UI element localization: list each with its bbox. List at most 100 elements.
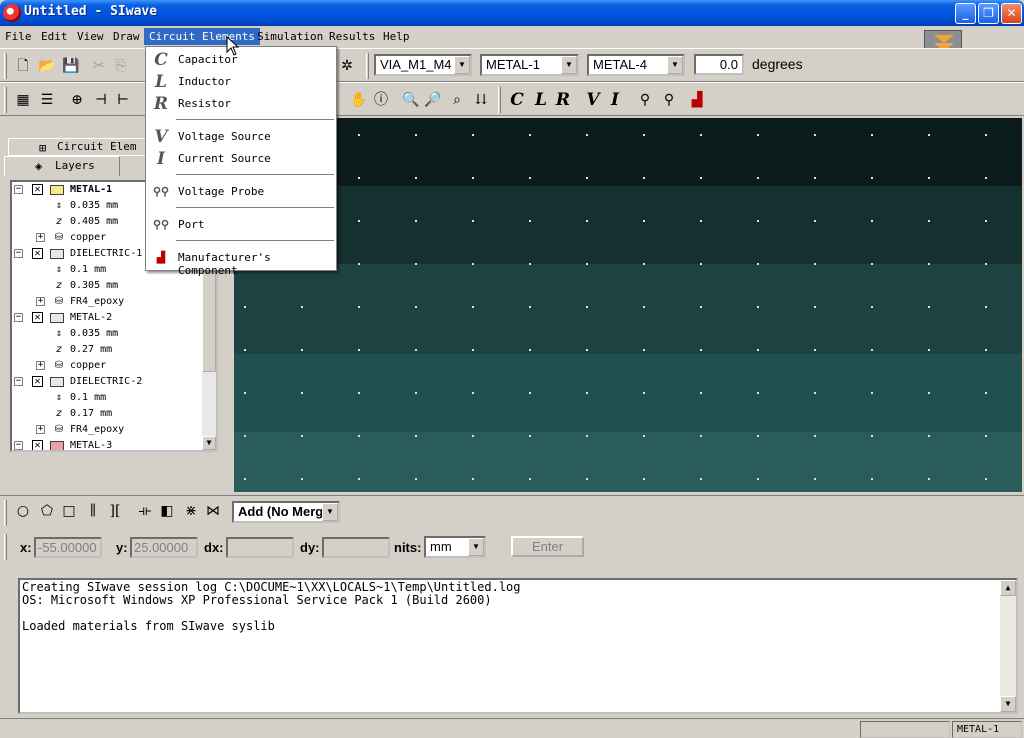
pan-hand-icon[interactable]: ✋ — [350, 91, 368, 109]
maximize-button[interactable]: ❐ — [978, 3, 999, 24]
current-source-tool-icon[interactable]: I — [606, 91, 624, 109]
port-tool-icon[interactable]: ⚲ — [660, 91, 678, 109]
expand-icon[interactable]: + — [36, 361, 45, 370]
layer-color-swatch[interactable] — [50, 313, 64, 323]
siwave-app-icon[interactable] — [3, 4, 21, 22]
voltage-source-tool-icon[interactable]: V — [584, 91, 602, 109]
tree-property-row[interactable]: ⇕ 0.1 mm — [12, 390, 202, 406]
menu-item-capacitor[interactable]: C Capacitor — [148, 50, 334, 70]
zoom-previous-icon[interactable]: ⇊ — [472, 91, 490, 109]
units-select[interactable]: mm ▼ — [424, 536, 486, 558]
layer-color-swatch[interactable] — [50, 249, 64, 259]
layer-visibility-checkbox[interactable]: ✕ — [32, 184, 43, 195]
expand-icon[interactable]: + — [36, 233, 45, 242]
tree-property-row[interactable]: z 0.17 mm — [12, 406, 202, 422]
copy-icon[interactable]: ⎘ — [112, 57, 130, 75]
layer-visibility-checkbox[interactable]: ✕ — [32, 376, 43, 387]
menu-item-port[interactable]: ⚲⚲ Port — [148, 215, 334, 235]
tree-layer-row[interactable]: − ✕ DIELECTRIC-2 — [12, 374, 202, 390]
menu-simulation[interactable]: Simulation — [252, 28, 328, 45]
chevron-down-icon[interactable]: ▼ — [667, 56, 683, 74]
menu-item-resistor[interactable]: R Resistor — [148, 94, 334, 114]
component-tool-icon[interactable]: ▟ — [688, 91, 706, 109]
menu-edit[interactable]: Edit — [36, 28, 73, 45]
layer-visibility-checkbox[interactable]: ✕ — [32, 312, 43, 323]
layer-to-select[interactable]: METAL-4 ▼ — [587, 54, 685, 76]
capacitor-tool-icon[interactable]: C — [508, 91, 526, 109]
menu-results[interactable]: Results — [324, 28, 380, 45]
layer-visibility-checkbox[interactable]: ✕ — [32, 440, 43, 450]
save-icon[interactable]: 💾 — [62, 57, 80, 75]
merge-mode-select[interactable]: Add (No Merg ▼ — [232, 501, 340, 523]
open-folder-icon[interactable]: 📂 — [38, 57, 56, 75]
zoom-fit-icon[interactable]: ⌕ — [448, 91, 466, 109]
via-remove-icon[interactable]: ⊢ — [114, 91, 132, 109]
tree-layer-row[interactable]: − ✕ METAL-2 — [12, 310, 202, 326]
menu-file[interactable]: File — [0, 28, 37, 45]
menu-item-manufacturers-component[interactable]: ▟ Manufacturer's Component — [148, 248, 334, 277]
polygon-tool-icon[interactable]: ⬠ — [38, 502, 56, 520]
bracket-tool-icon[interactable]: ][ — [106, 502, 124, 520]
collapse-icon[interactable]: − — [14, 441, 23, 450]
expand-icon[interactable]: + — [36, 425, 45, 434]
split-tool-icon[interactable]: ⟛ — [136, 502, 154, 520]
new-file-icon[interactable]: 🗋 — [14, 57, 32, 75]
tree-property-row[interactable]: ⇕ 0.035 mm — [12, 326, 202, 342]
tree-layer-row[interactable]: − ✕ METAL-3 — [12, 438, 202, 450]
scroll-up-icon[interactable]: ▲ — [1000, 580, 1016, 596]
close-button[interactable]: ✕ — [1001, 3, 1022, 24]
collapse-icon[interactable]: − — [14, 377, 23, 386]
collapse-icon[interactable]: − — [14, 249, 23, 258]
layer-color-swatch[interactable] — [50, 185, 64, 195]
mesh-tool-icon[interactable]: ⋇ — [182, 502, 200, 520]
tab-layers[interactable]: ◈ Layers — [4, 156, 120, 176]
chevron-down-icon[interactable]: ▼ — [322, 503, 338, 521]
menu-view[interactable]: View — [72, 28, 109, 45]
menu-item-voltage-source[interactable]: V Voltage Source — [148, 127, 334, 147]
dx-field[interactable] — [226, 537, 294, 558]
menu-draw[interactable]: Draw — [108, 28, 145, 45]
voltage-probe-tool-icon[interactable]: ⚲ — [636, 91, 654, 109]
menu-item-voltage-probe[interactable]: ⚲⚲ Voltage Probe — [148, 182, 334, 202]
layer-visibility-checkbox[interactable]: ✕ — [32, 248, 43, 259]
inductor-tool-icon[interactable]: L — [532, 91, 550, 109]
via-tool-icon[interactable]: ✲ — [338, 57, 356, 75]
layout-canvas[interactable] — [234, 118, 1022, 492]
pad-tool-icon[interactable]: ⊕ — [68, 91, 86, 109]
menu-item-current-source[interactable]: I Current Source — [148, 149, 334, 169]
log-scrollbar[interactable]: ▲ ▼ — [1000, 580, 1016, 712]
expand-icon[interactable]: + — [36, 297, 45, 306]
layer-color-swatch[interactable] — [50, 441, 64, 450]
zoom-out-icon[interactable]: 🔎 — [424, 91, 442, 109]
layer-color-swatch[interactable] — [50, 377, 64, 387]
tree-property-row[interactable]: z 0.305 mm — [12, 278, 202, 294]
session-log[interactable]: Creating SIwave session log C:\DOCUME~1\… — [18, 578, 1018, 714]
chevron-down-icon[interactable]: ▼ — [468, 538, 484, 556]
zoom-in-icon[interactable]: 🔍 — [402, 91, 420, 109]
minimize-button[interactable]: _ — [955, 3, 976, 24]
chevron-down-icon[interactable]: ▼ — [454, 56, 470, 74]
enter-button[interactable]: Enter — [511, 536, 584, 557]
scroll-down-icon[interactable]: ▼ — [202, 436, 216, 450]
collapse-icon[interactable]: − — [14, 313, 23, 322]
y-coordinate-field[interactable]: 25.00000 — [130, 537, 198, 558]
rectangle-tool-icon[interactable]: □ — [60, 502, 78, 520]
layer-from-select[interactable]: METAL-1 ▼ — [480, 54, 579, 76]
collapse-icon[interactable]: − — [14, 185, 23, 194]
fill-tool-icon[interactable]: ◧ — [158, 502, 176, 520]
tree-property-row[interactable]: + ⛁ copper — [12, 358, 202, 374]
net-tool-icon[interactable]: ⋈ — [204, 502, 222, 520]
via-add-icon[interactable]: ⊣ — [92, 91, 110, 109]
trace-tool-icon[interactable]: ∥ — [84, 502, 102, 520]
cut-icon[interactable]: ✂ — [90, 57, 108, 75]
menu-circuit-elements[interactable]: Circuit Elements — [144, 28, 260, 45]
chevron-down-icon[interactable]: ▼ — [561, 56, 577, 74]
circle-tool-icon[interactable]: ○ — [14, 502, 32, 520]
tree-property-row[interactable]: + ⛁ FR4_epoxy — [12, 294, 202, 310]
tree-property-row[interactable]: + ⛁ FR4_epoxy — [12, 422, 202, 438]
resistor-tool-icon[interactable]: R — [554, 91, 572, 109]
menu-help[interactable]: Help — [378, 28, 415, 45]
angle-input[interactable]: 0.0 — [694, 54, 744, 75]
x-coordinate-field[interactable]: -55.00000 — [34, 537, 102, 558]
tree-property-row[interactable]: z 0.27 mm — [12, 342, 202, 358]
